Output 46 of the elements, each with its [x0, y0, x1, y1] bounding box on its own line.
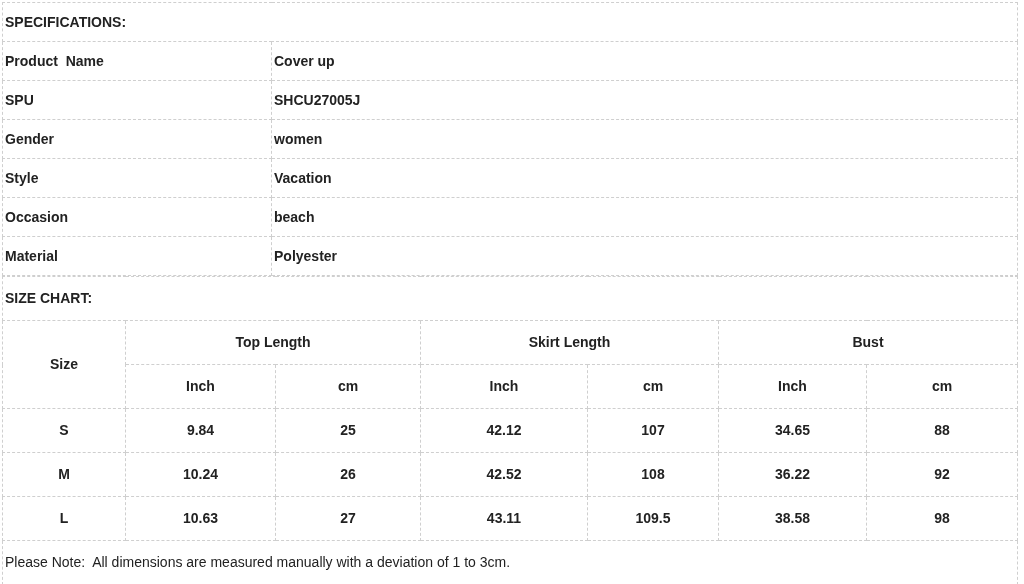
table-cell: 88 [866, 408, 1018, 453]
spec-label: SPU [2, 80, 272, 120]
table-cell: 108 [587, 452, 719, 497]
table-cell: 42.12 [420, 408, 588, 453]
table-cell: 25 [275, 408, 421, 453]
table-cell: 107 [587, 408, 719, 453]
section-title: SIZE CHART: [2, 276, 1018, 321]
spec-value: SHCU27005J [271, 80, 1018, 120]
table-cell: 42.52 [420, 452, 588, 497]
column-header: Skirt Length [420, 320, 719, 365]
column-header: Top Length [125, 320, 421, 365]
spec-value: Polyester [271, 236, 1018, 276]
spec-value: beach [271, 197, 1018, 237]
table-cell: 10.24 [125, 452, 276, 497]
table-cell: 98 [866, 496, 1018, 541]
section-title: SPECIFICATIONS: [2, 2, 1018, 42]
size-cell: M [2, 452, 126, 497]
table-cell: 43.11 [420, 496, 588, 541]
column-header: Bust [718, 320, 1018, 365]
spec-label: Gender [2, 119, 272, 159]
table-cell: 38.58 [718, 496, 867, 541]
column-header: Size [2, 320, 126, 409]
table-cell: 36.22 [718, 452, 867, 497]
unit-header: cm [866, 364, 1018, 409]
unit-header: Inch [420, 364, 588, 409]
table-cell: 9.84 [125, 408, 276, 453]
unit-header: Inch [718, 364, 867, 409]
spec-value: women [271, 119, 1018, 159]
table-cell: 26 [275, 452, 421, 497]
spec-label: Occasion [2, 197, 272, 237]
spec-label: Style [2, 158, 272, 198]
unit-header: cm [275, 364, 421, 409]
table-cell: 92 [866, 452, 1018, 497]
unit-header: Inch [125, 364, 276, 409]
spec-value: Vacation [271, 158, 1018, 198]
unit-header: cm [587, 364, 719, 409]
size-cell: L [2, 496, 126, 541]
spec-label: Product Name [2, 41, 272, 81]
table-cell: 27 [275, 496, 421, 541]
spec-value: Cover up [271, 41, 1018, 81]
note-text: Please Note: All dimensions are measured manually with a deviation of 1 to 3cm. [2, 540, 1018, 584]
table-cell: 34.65 [718, 408, 867, 453]
table-cell: 10.63 [125, 496, 276, 541]
spec-label: Material [2, 236, 272, 276]
table-cell: 109.5 [587, 496, 719, 541]
size-cell: S [2, 408, 126, 453]
